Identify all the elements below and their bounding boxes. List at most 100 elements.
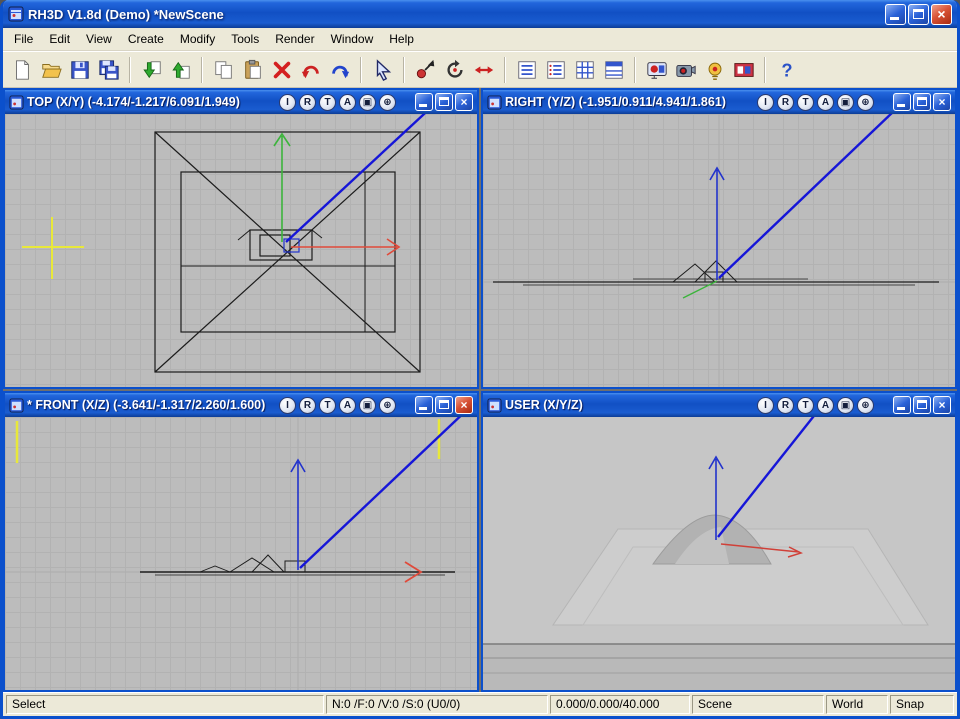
toolbar-import-button[interactable]: [137, 56, 166, 85]
viewport-canvas-right[interactable]: [483, 114, 955, 387]
toolbar-undo-button[interactable]: [296, 56, 325, 85]
top-scene-wireframe: [5, 114, 477, 387]
details-icon: [603, 59, 625, 81]
new-icon: [11, 59, 33, 81]
viewport-animate-button[interactable]: A: [339, 94, 356, 111]
viewport-redraw-button[interactable]: R: [299, 94, 316, 111]
maximize-button[interactable]: [908, 4, 929, 25]
close-button[interactable]: ×: [931, 4, 952, 25]
toolbar-group-list-button[interactable]: [599, 56, 628, 85]
viewport-center-view-button[interactable]: ⊕: [857, 94, 874, 111]
toolbar-delete-button[interactable]: [267, 56, 296, 85]
toolbar-render-scene-button[interactable]: [642, 56, 671, 85]
render-scene-icon: [646, 59, 668, 81]
toolbar-object-list-button[interactable]: [512, 56, 541, 85]
menu-view[interactable]: View: [78, 29, 120, 49]
minimize-button[interactable]: [885, 4, 906, 25]
toolbar-render-animation-button[interactable]: [729, 56, 758, 85]
viewport-animate-button[interactable]: A: [817, 397, 834, 414]
toolbar-save-scene-button[interactable]: [65, 56, 94, 85]
viewport-solid-view-button[interactable]: ▣: [359, 397, 376, 414]
import-icon: [141, 59, 163, 81]
viewport-canvas-top[interactable]: [5, 114, 477, 387]
toolbar-face-list-button[interactable]: [570, 56, 599, 85]
viewport-textured-button[interactable]: T: [319, 397, 336, 414]
viewport-window-user: USER (X/Y/Z) IRTA▣⊕ ×: [481, 391, 957, 692]
toolbar-render-settings-button[interactable]: [700, 56, 729, 85]
viewport-close-button[interactable]: ×: [455, 396, 473, 414]
viewport-animate-button[interactable]: A: [339, 397, 356, 414]
viewport-center-view-button[interactable]: ⊕: [379, 397, 396, 414]
toolbar-redo-button[interactable]: [325, 56, 354, 85]
viewport-close-button[interactable]: ×: [933, 93, 951, 111]
viewport-interactive-button[interactable]: I: [757, 397, 774, 414]
viewport-interactive-button[interactable]: I: [279, 397, 296, 414]
toolbar-paste-button[interactable]: [238, 56, 267, 85]
viewport-maximize-button[interactable]: [435, 93, 453, 111]
viewport-minimize-button[interactable]: [415, 93, 433, 111]
viewport-maximize-button[interactable]: [913, 93, 931, 111]
viewport-titlebar-top[interactable]: TOP (X/Y) (-4.174/-1.217/6.091/1.949) IR…: [5, 90, 477, 114]
viewport-center-view-button[interactable]: ⊕: [857, 397, 874, 414]
viewport-maximize-button[interactable]: [913, 396, 931, 414]
window-controls: ×: [885, 4, 952, 25]
viewport-minimize-button[interactable]: [893, 93, 911, 111]
toolbar-save-scene-as-button[interactable]: [94, 56, 123, 85]
toolbar-vertex-list-button[interactable]: [541, 56, 570, 85]
toolbar-export-button[interactable]: [166, 56, 195, 85]
viewport-solid-view-button[interactable]: ▣: [359, 94, 376, 111]
app-window: RH3D V1.8d (Demo) *NewScene × FileEditVi…: [0, 0, 960, 719]
viewport-solid-view-button[interactable]: ▣: [837, 397, 854, 414]
viewport-interactive-button[interactable]: I: [279, 94, 296, 111]
menu-modify[interactable]: Modify: [172, 29, 223, 49]
viewport-titlebar-right[interactable]: RIGHT (Y/Z) (-1.951/0.911/4.941/1.861) I…: [483, 90, 955, 114]
list-bullets-icon: [545, 59, 567, 81]
viewport-textured-button[interactable]: T: [797, 397, 814, 414]
status-scene: Scene: [692, 695, 824, 714]
undo-icon: [300, 59, 322, 81]
menu-render[interactable]: Render: [267, 29, 322, 49]
titlebar[interactable]: RH3D V1.8d (Demo) *NewScene ×: [3, 0, 957, 28]
viewport-window-right: RIGHT (Y/Z) (-1.951/0.911/4.941/1.861) I…: [481, 88, 957, 389]
viewport-interactive-button[interactable]: I: [757, 94, 774, 111]
menu-file[interactable]: File: [6, 29, 41, 49]
toolbar-separator: [129, 57, 131, 83]
viewport-canvas-front[interactable]: [5, 417, 477, 690]
viewport-close-button[interactable]: ×: [933, 396, 951, 414]
viewport-titlebar-user[interactable]: USER (X/Y/Z) IRTA▣⊕ ×: [483, 393, 955, 417]
toolbar-new-scene-button[interactable]: [7, 56, 36, 85]
viewport-minimize-button[interactable]: [893, 396, 911, 414]
viewport-icon: [487, 398, 502, 413]
viewport-center-view-button[interactable]: ⊕: [379, 94, 396, 111]
viewport-textured-button[interactable]: T: [797, 94, 814, 111]
viewport-solid-view-button[interactable]: ▣: [837, 94, 854, 111]
viewport-canvas-user[interactable]: [483, 417, 955, 690]
status-snap: Snap: [890, 695, 954, 714]
viewport-titlebar-front[interactable]: * FRONT (X/Z) (-3.641/-1.317/2.260/1.600…: [5, 393, 477, 417]
save-icon: [69, 59, 91, 81]
viewport-minimize-button[interactable]: [415, 396, 433, 414]
toolbar-mirror-button[interactable]: [469, 56, 498, 85]
toolbar-copy-button[interactable]: [209, 56, 238, 85]
toolbar-help-button[interactable]: ?: [772, 56, 801, 85]
mdi-area: TOP (X/Y) (-4.174/-1.217/6.091/1.949) IR…: [3, 88, 957, 692]
toolbar-move-button[interactable]: [411, 56, 440, 85]
viewport-textured-button[interactable]: T: [319, 94, 336, 111]
menu-edit[interactable]: Edit: [41, 29, 78, 49]
viewport-close-button[interactable]: ×: [455, 93, 473, 111]
viewport-redraw-button[interactable]: R: [299, 397, 316, 414]
menu-help[interactable]: Help: [381, 29, 422, 49]
toolbar-rotate-button[interactable]: [440, 56, 469, 85]
toolbar-open-scene-button[interactable]: [36, 56, 65, 85]
toolbar-render-view-button[interactable]: [671, 56, 700, 85]
menu-create[interactable]: Create: [120, 29, 172, 49]
viewport-redraw-button[interactable]: R: [777, 94, 794, 111]
viewport-redraw-button[interactable]: R: [777, 397, 794, 414]
menu-window[interactable]: Window: [323, 29, 382, 49]
viewport-maximize-button[interactable]: [435, 396, 453, 414]
toolbar-select-button[interactable]: [368, 56, 397, 85]
menu-tools[interactable]: Tools: [223, 29, 267, 49]
viewport-window-top: TOP (X/Y) (-4.174/-1.217/6.091/1.949) IR…: [3, 88, 479, 389]
viewport-animate-button[interactable]: A: [817, 94, 834, 111]
svg-text:?: ?: [781, 59, 792, 80]
